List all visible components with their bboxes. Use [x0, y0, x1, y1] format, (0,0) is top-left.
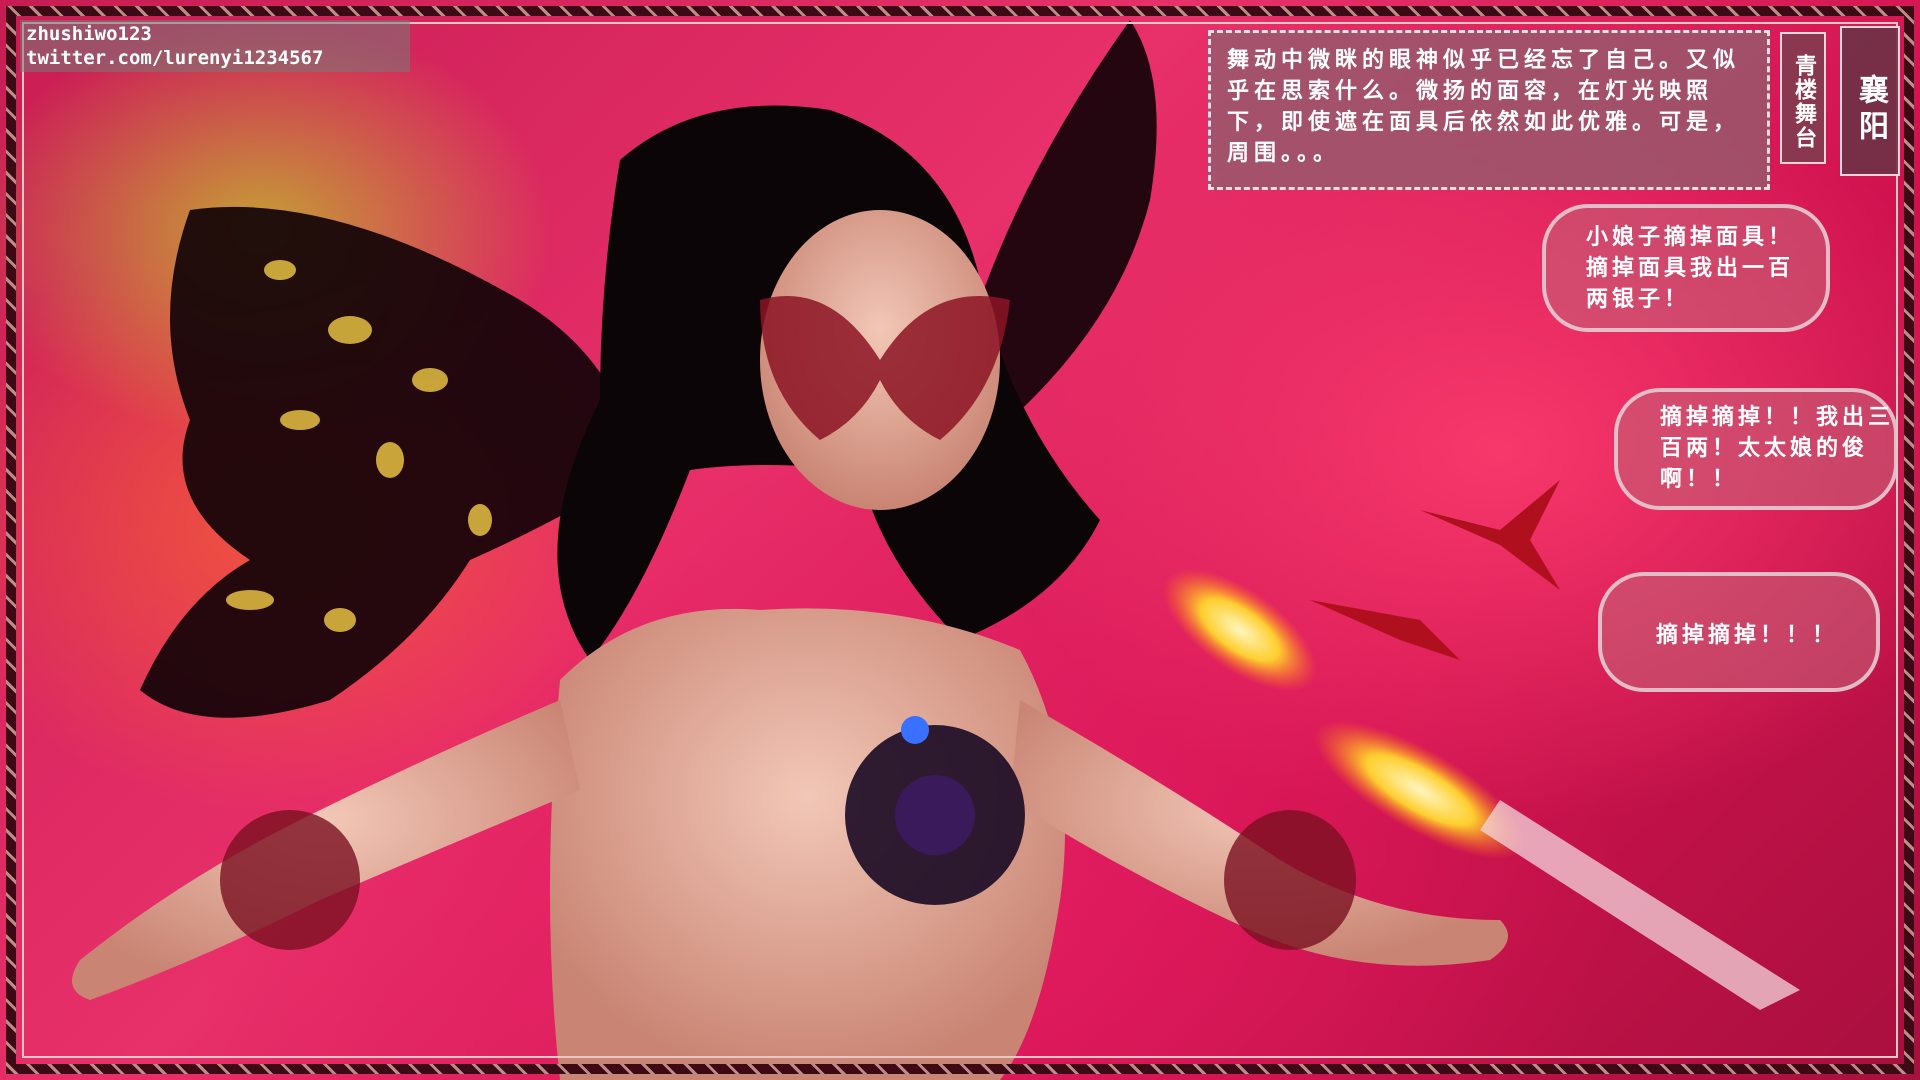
speech-bubble-3: 摘掉摘掉！！！ [1598, 572, 1880, 692]
speech-bubble-1-text: 小娘子摘掉面具！摘掉面具我出一百两银子！ [1586, 224, 1795, 312]
speech-bubble-2-text: 摘掉摘掉！！我出三百两！太太娘的俊啊！！ [1660, 404, 1895, 492]
location-label-stage: 青楼舞台 [1780, 32, 1826, 164]
speech-bubble-2: 摘掉摘掉！！我出三百两！太太娘的俊啊！！ [1614, 388, 1898, 510]
speech-bubble-3-text: 摘掉摘掉！！！ [1656, 622, 1839, 648]
speech-bubble-1: 小娘子摘掉面具！摘掉面具我出一百两银子！ [1542, 204, 1830, 332]
watermark-line-2: twitter.com/lurenyi1234567 [26, 47, 324, 69]
location-label-city: 襄阳 [1840, 26, 1900, 176]
narration-box: 舞动中微眯的眼神似乎已经忘了自己。又似乎在思索什么。微扬的面容，在灯光映照下，即… [1208, 30, 1770, 190]
watermark: zhushiwo123 twitter.com/lurenyi1234567 [20, 20, 410, 72]
watermark-line-1: zhushiwo123 [26, 23, 152, 45]
